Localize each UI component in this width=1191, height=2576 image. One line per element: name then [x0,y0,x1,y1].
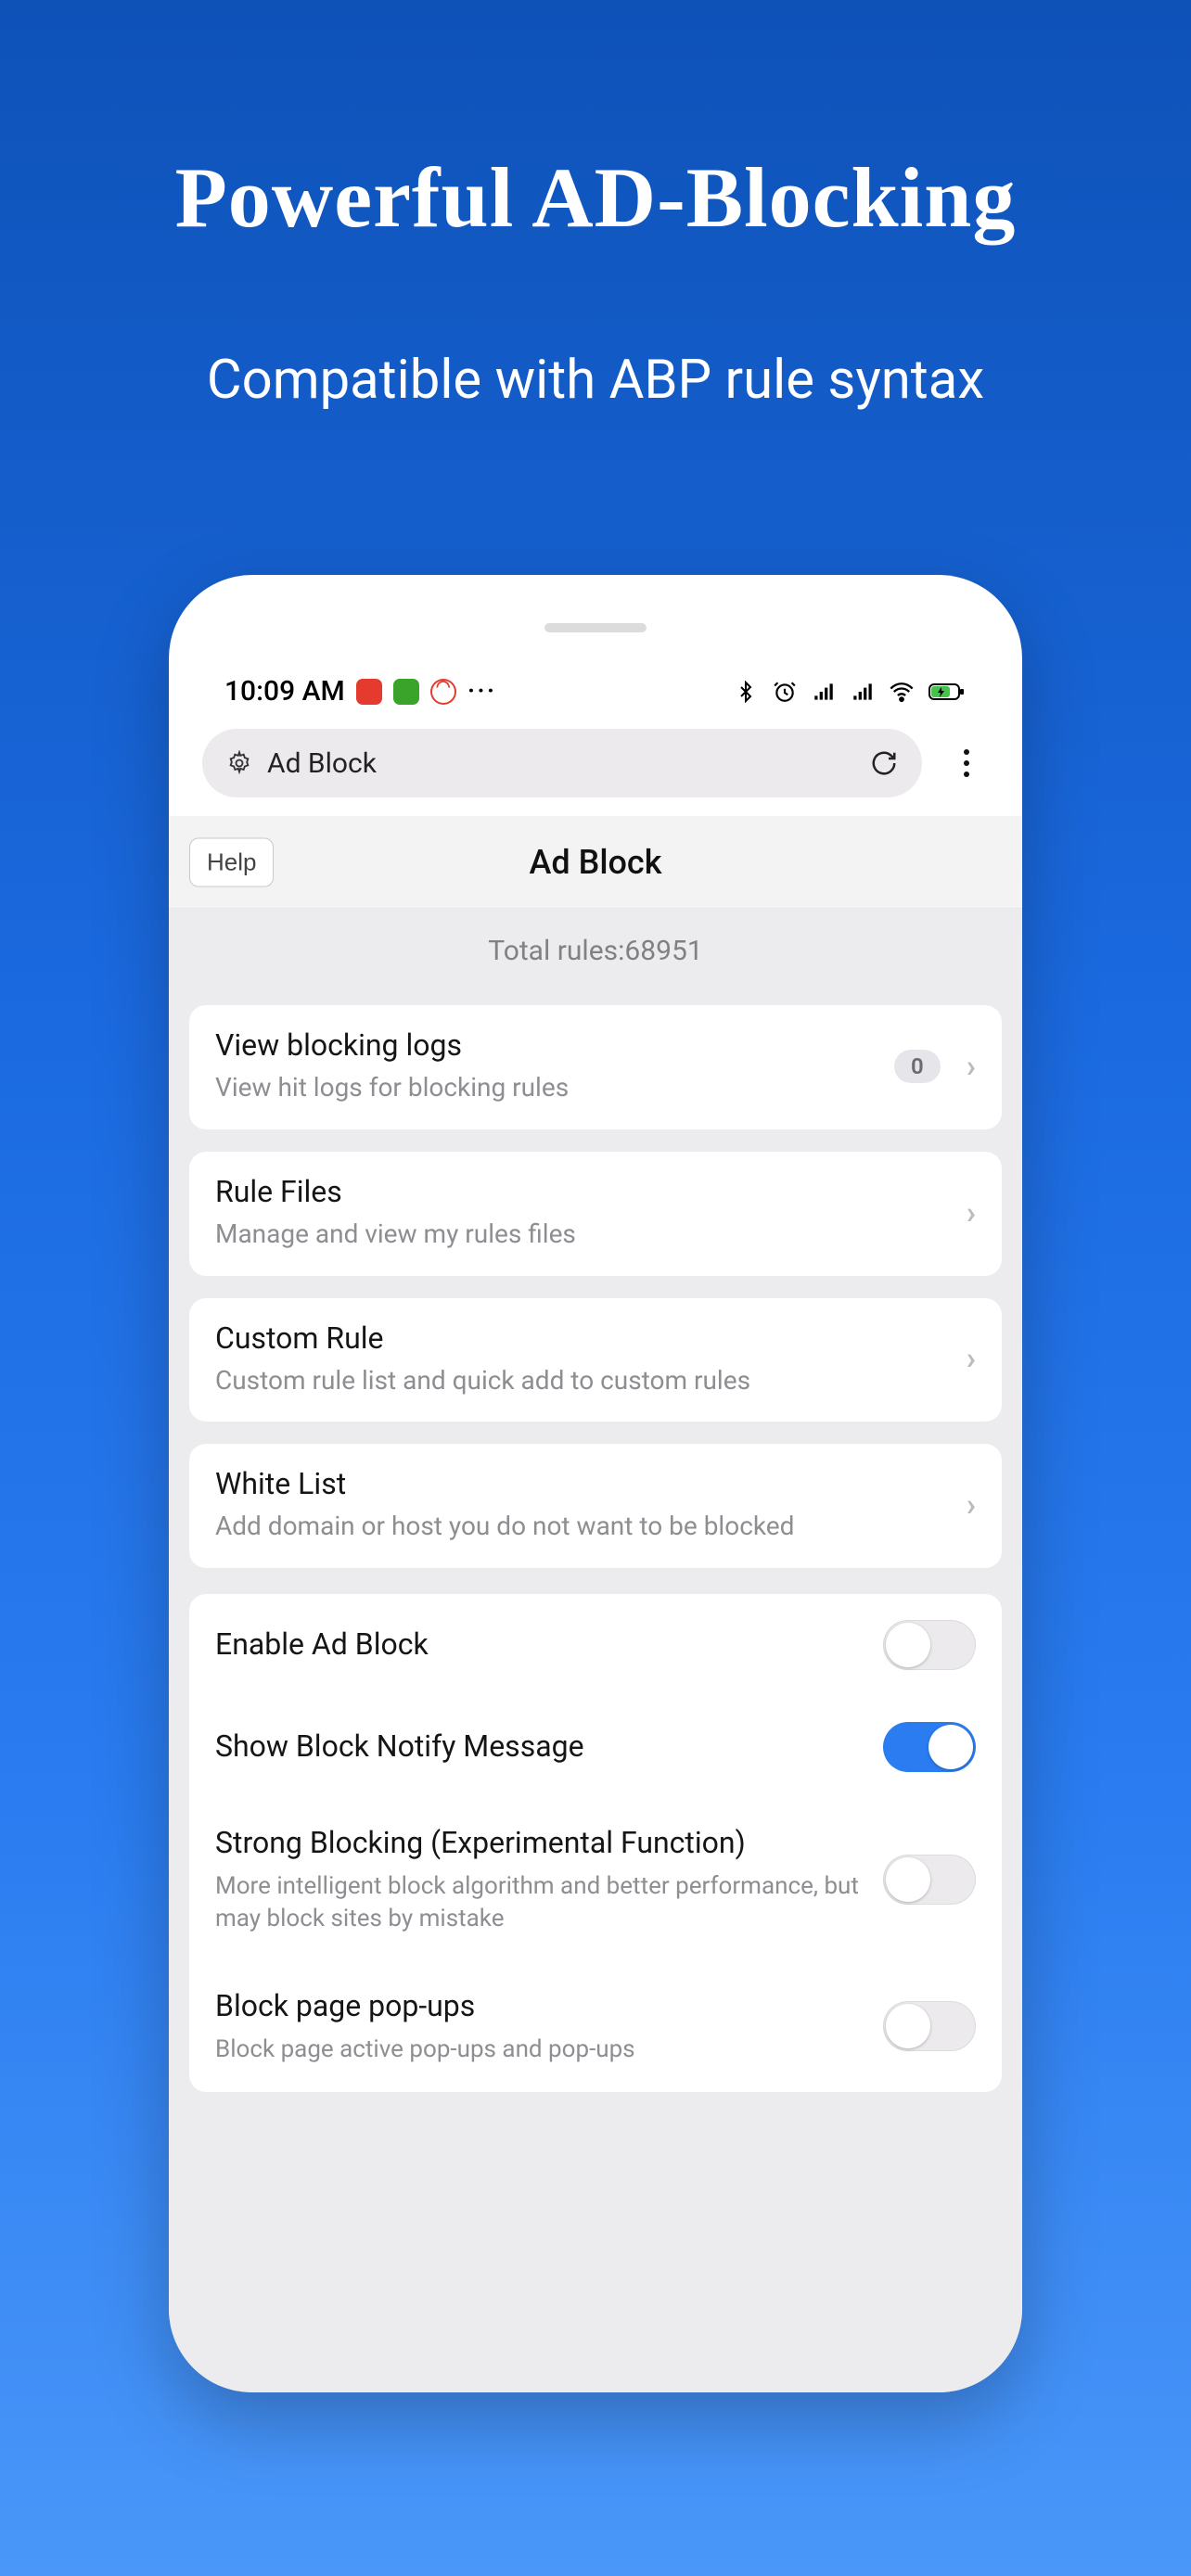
switch-row-enable-adblock: Enable Ad Block [189,1594,1002,1696]
item-custom-rule[interactable]: Custom Rule Custom rule list and quick a… [189,1298,1002,1422]
more-menu-button[interactable] [944,741,989,785]
hero-subtitle: Compatible with ABP rule syntax [0,349,1191,412]
item-title: White List [215,1466,948,1501]
statusbar-right [733,679,967,705]
notif-badge-1-icon [356,679,382,705]
switch-sub: More intelligent block algorithm and bet… [215,1870,864,1935]
wifi-icon [889,679,915,705]
switch-strong-blocking[interactable] [883,1855,976,1905]
notif-badge-2-icon [393,679,419,705]
item-title: Rule Files [215,1174,948,1209]
alarm-icon [772,679,798,705]
switch-block-popups[interactable] [883,2001,976,2051]
refresh-icon[interactable] [870,749,898,777]
battery-icon [928,679,967,705]
statusbar-left: 10:09 AM ··· [224,675,496,708]
help-button[interactable]: Help [189,837,274,886]
switch-title: Show Block Notify Message [215,1728,864,1766]
gear-icon [226,750,252,776]
switch-enable-adblock[interactable] [883,1620,976,1670]
switch-title: Strong Blocking (Experimental Function) [215,1824,864,1863]
total-rules-row: Total rules: 68951 [169,909,1022,992]
bluetooth-icon [733,679,759,705]
browser-topbar: Ad Block [197,729,994,797]
phone-frame: 10:09 AM ··· [169,575,1022,2392]
page-header: Help Ad Block [169,816,1022,909]
total-rules-label: Total rules: [488,935,624,967]
signal-2-icon [850,679,876,705]
status-time: 10:09 AM [224,675,345,708]
settings-list: View blocking logs View hit logs for blo… [169,992,1022,2392]
item-title: View blocking logs [215,1027,876,1063]
switch-row-block-popups: Block page pop-ups Block page active pop… [189,1961,1002,2092]
switch-title: Block page pop-ups [215,1987,864,2026]
statusbar: 10:09 AM ··· [169,675,1022,708]
item-sub: Add domain or host you do not want to be… [215,1509,948,1544]
item-white-list[interactable]: White List Add domain or host you do not… [189,1444,1002,1568]
item-rule-files[interactable]: Rule Files Manage and view my rules file… [189,1152,1002,1276]
total-rules-count: 68951 [624,935,702,967]
item-sub: Custom rule list and quick add to custom… [215,1363,948,1398]
signal-1-icon [811,679,837,705]
page-title: Ad Block [530,843,662,882]
chevron-right-icon: › [967,1486,976,1524]
switch-row-notify: Show Block Notify Message [189,1696,1002,1798]
switch-sub: Block page active pop-ups and pop-ups [215,2034,864,2066]
tab-label: Ad Block [267,747,377,780]
chevron-right-icon: › [967,1048,976,1085]
hero-title: Powerful AD-Blocking [0,0,1191,247]
item-title: Custom Rule [215,1320,948,1356]
item-view-logs[interactable]: View blocking logs View hit logs for blo… [189,1005,1002,1129]
status-more-icon: ··· [467,675,497,708]
speaker-slot [544,623,647,632]
chevron-right-icon: › [967,1340,976,1377]
switches-section: Enable Ad Block Show Block Notify Messag… [189,1594,1002,2091]
item-sub: View hit logs for blocking rules [215,1070,876,1105]
address-tab[interactable]: Ad Block [202,729,922,797]
switch-notify[interactable] [883,1722,976,1772]
notif-badge-3-icon [430,679,456,705]
switch-row-strong-blocking: Strong Blocking (Experimental Function) … [189,1798,1002,1961]
item-sub: Manage and view my rules files [215,1217,948,1252]
logs-badge-count: 0 [894,1050,941,1083]
switch-title: Enable Ad Block [215,1626,864,1664]
chevron-right-icon: › [967,1194,976,1231]
